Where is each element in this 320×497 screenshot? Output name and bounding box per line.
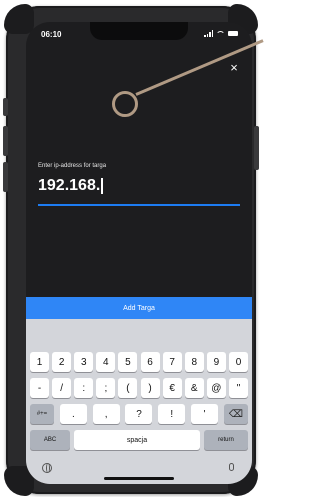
status-icons [204,30,238,37]
volume-up-button [3,126,8,156]
key-question[interactable]: ? [125,404,153,424]
key-euro[interactable]: € [162,378,182,398]
key-9[interactable]: 9 [206,352,226,372]
key-return[interactable]: return [204,430,248,450]
case-corner-top-left [4,4,34,34]
key-more-symbols[interactable]: #+= [30,404,54,424]
screenshot-stage: 06:10 × Enter ip-address for targa 192.1… [0,0,265,497]
input-underline [38,204,240,206]
notch [90,22,188,40]
backspace-icon[interactable]: ⌫ [223,404,248,424]
numeric-keyboard: 1 2 3 4 5 6 7 8 9 0 - / : ; ( ) € & @ " … [26,319,252,484]
keyboard-row-symbols: - / : ; ( ) € & @ " [30,378,248,398]
keyboard-row-digits: 1 2 3 4 5 6 7 8 9 0 [30,352,248,372]
mute-switch [3,98,8,116]
add-targa-button[interactable]: Add Targa [26,297,252,319]
keyboard-row-bottom: ABC spacja return [30,430,248,450]
ip-address-prompt: Enter ip-address for targa [38,163,107,169]
key-ampersand[interactable]: & [184,378,204,398]
battery-icon [228,31,238,36]
home-indicator [104,477,174,480]
key-period[interactable]: . [59,404,87,424]
key-5[interactable]: 5 [118,352,138,372]
close-icon[interactable]: × [228,61,240,74]
key-colon[interactable]: : [74,378,94,398]
key-slash[interactable]: / [52,378,72,398]
key-6[interactable]: 6 [140,352,160,372]
text-caret [101,178,103,194]
key-exclamation[interactable]: ! [158,404,186,424]
status-time: 06:10 [41,30,62,39]
keyboard-row-punctuation: #+= . , ? ! ' ⌫ [30,404,248,424]
key-8[interactable]: 8 [184,352,204,372]
key-7[interactable]: 7 [162,352,182,372]
key-0[interactable]: 0 [228,352,248,372]
key-abc[interactable]: ABC [30,430,70,450]
key-3[interactable]: 3 [74,352,94,372]
key-space[interactable]: spacja [74,430,200,450]
key-4[interactable]: 4 [96,352,116,372]
volume-down-button [3,162,8,192]
key-close-paren[interactable]: ) [140,378,160,398]
key-open-paren[interactable]: ( [118,378,138,398]
phone-case: 06:10 × Enter ip-address for targa 192.1… [3,4,259,496]
globe-icon[interactable] [42,463,52,473]
key-minus[interactable]: - [30,378,49,398]
ip-address-input[interactable]: 192.168. [38,177,103,195]
add-targa-label: Add Targa [123,304,155,312]
wifi-icon [216,30,225,37]
key-1[interactable]: 1 [30,352,49,372]
key-2[interactable]: 2 [52,352,72,372]
mic-icon[interactable] [229,463,234,471]
key-at[interactable]: @ [206,378,226,398]
key-comma[interactable]: , [92,404,120,424]
key-semicolon[interactable]: ; [96,378,116,398]
power-button [254,126,259,170]
key-apostrophe[interactable]: ' [191,404,219,424]
ip-address-value: 192.168. [38,177,101,194]
key-quote[interactable]: " [228,378,248,398]
callout-marker [112,91,138,117]
signal-icon [204,30,213,37]
